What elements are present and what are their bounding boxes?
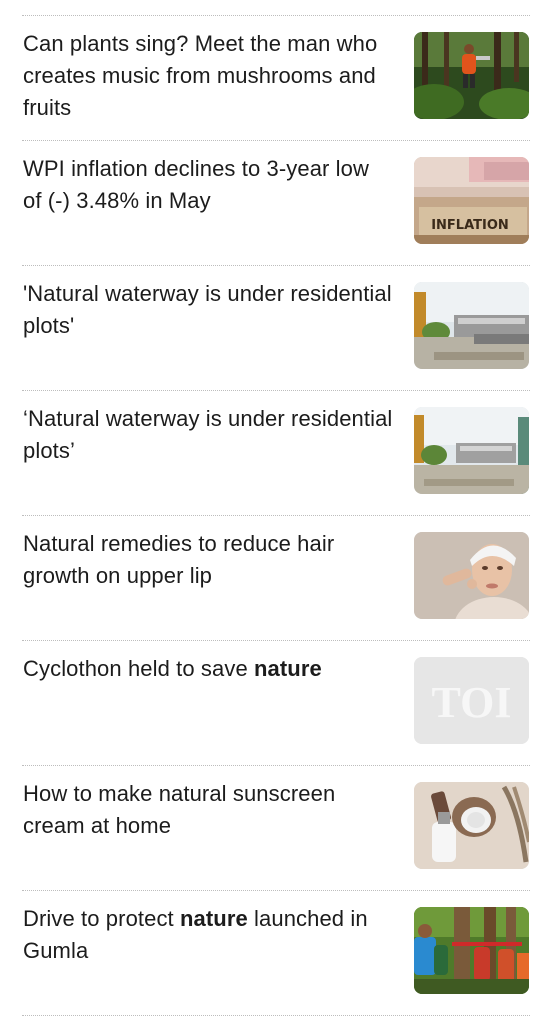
toi-placeholder-image[interactable]: TOI xyxy=(414,657,529,744)
news-item[interactable]: ‘Natural waterway is under residential p… xyxy=(0,391,552,515)
news-list: Can plants sing? Meet the man who create… xyxy=(0,0,552,1023)
news-item-title[interactable]: WPI inflation declines to 3-year low of … xyxy=(23,153,393,217)
news-item-title[interactable]: Cyclothon held to save nature xyxy=(23,653,393,685)
title-text: Drive to protect xyxy=(23,906,180,931)
news-item-title[interactable]: ‘Natural waterway is under residential p… xyxy=(23,403,393,467)
news-item[interactable]: Cyclothon held to save nature TOI xyxy=(0,641,552,765)
sunscreen-bottles-image[interactable] xyxy=(414,782,529,869)
news-item-title[interactable]: Can plants sing? Meet the man who create… xyxy=(23,28,393,124)
news-item[interactable]: Drive to protect nature launched in Guml… xyxy=(0,891,552,1015)
news-item[interactable]: Natural remedies to reduce hair growth o… xyxy=(0,516,552,640)
news-item[interactable]: How to make natural sunscreen cream at h… xyxy=(0,766,552,890)
woman-portrait-image[interactable] xyxy=(414,532,529,619)
toi-logo-text: TOI xyxy=(432,678,512,727)
news-item[interactable]: WPI inflation declines to 3-year low of … xyxy=(0,141,552,265)
news-item[interactable]: 'Natural waterway is under residential p… xyxy=(0,266,552,390)
list-separator xyxy=(22,1015,530,1016)
news-item-title[interactable]: Natural remedies to reduce hair growth o… xyxy=(23,528,393,592)
title-highlight: nature xyxy=(254,656,322,681)
forest-man-image[interactable] xyxy=(414,32,529,119)
construction-site-image[interactable] xyxy=(414,407,529,494)
construction-site-image[interactable] xyxy=(414,282,529,369)
news-item-title[interactable]: Drive to protect nature launched in Guml… xyxy=(23,903,393,967)
title-text: Cyclothon held to save xyxy=(23,656,254,681)
tree-hugging-group-image[interactable] xyxy=(414,907,529,994)
news-item[interactable]: Can plants sing? Meet the man who create… xyxy=(0,16,552,140)
news-item-title[interactable]: How to make natural sunscreen cream at h… xyxy=(23,778,393,842)
news-item-title[interactable]: 'Natural waterway is under residential p… xyxy=(23,278,393,342)
inflation-sign-text: INFLATION xyxy=(431,218,509,233)
inflation-sign-image[interactable]: INFLATION xyxy=(414,157,529,244)
title-highlight: nature xyxy=(179,906,248,931)
